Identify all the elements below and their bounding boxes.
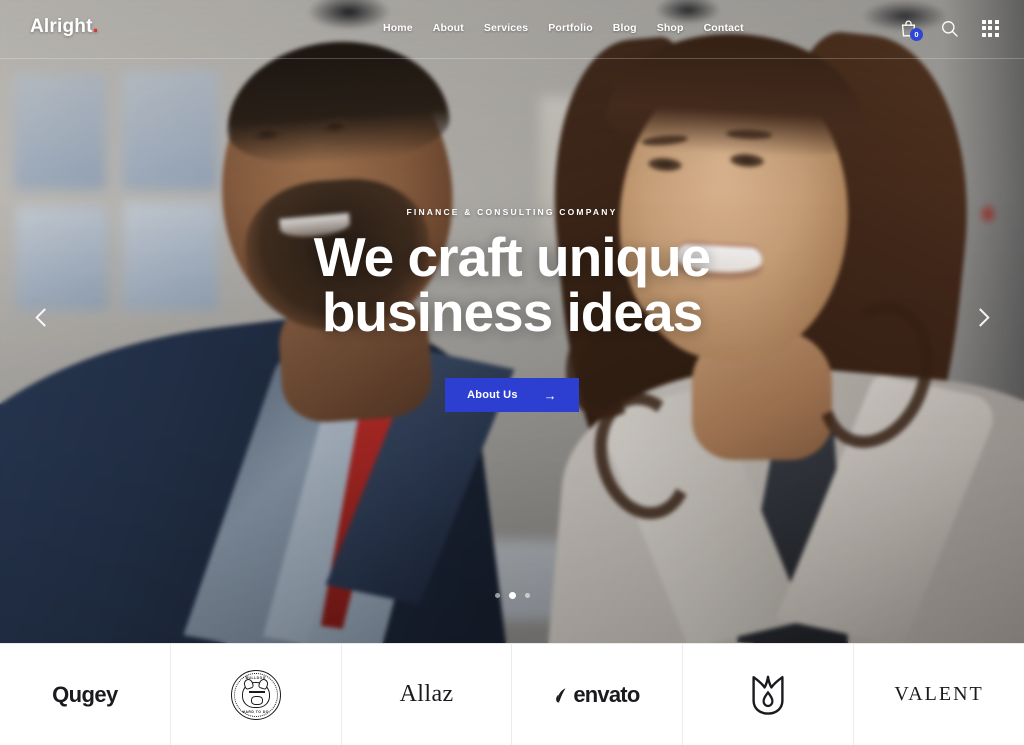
client-logo-bulldog[interactable]: BULLDOG HARD TO DO	[171, 644, 342, 745]
grid-menu-button[interactable]	[980, 17, 1000, 39]
cart-badge: 0	[910, 28, 923, 41]
slider-prev-button[interactable]	[30, 300, 58, 334]
client-logo-envato-wordmark: envato	[555, 681, 640, 708]
nav-item-shop[interactable]: Shop	[647, 22, 694, 34]
about-us-button[interactable]: About Us →	[445, 378, 579, 412]
site-logo-text: Alright	[30, 16, 93, 37]
arrow-right-icon: →	[543, 387, 557, 403]
site-header: Alright. Home About Services Portfolio B…	[0, 0, 1024, 58]
nav-item-portfolio[interactable]: Portfolio	[538, 22, 603, 34]
slider-dot-3[interactable]	[524, 593, 530, 598]
chevron-right-icon	[970, 307, 990, 327]
client-logo-bar: Qugey BULLDOG HARD TO DO Allaz envato VA…	[0, 643, 1024, 745]
search-icon	[941, 20, 958, 37]
search-button[interactable]	[939, 17, 959, 39]
page-root: FINANCE & CONSULTING COMPANY We craft un…	[0, 0, 1024, 745]
client-logo-tulip[interactable]	[683, 644, 855, 745]
hero-headline-line-1: We craft unique	[313, 226, 712, 288]
nav-item-about[interactable]: About	[423, 22, 474, 34]
client-logo-valent-text: VALENT	[894, 683, 984, 705]
client-logo-qugey[interactable]: Qugey	[0, 644, 171, 745]
hero-headline-line-2: business ideas	[321, 281, 703, 343]
hero-eyebrow: FINANCE & CONSULTING COMPANY	[406, 207, 618, 217]
bulldog-stamp-bottom-text: HARD TO DO	[242, 709, 269, 714]
slider-dot-2[interactable]	[508, 592, 516, 599]
bulldog-stamp-icon: BULLDOG HARD TO DO	[230, 669, 281, 720]
nav-item-contact[interactable]: Contact	[694, 22, 754, 34]
envato-leaf-icon	[556, 687, 566, 702]
main-navigation: Home About Services Portfolio Blog Shop …	[373, 22, 754, 34]
slider-dot-1[interactable]	[494, 593, 500, 598]
bulldog-stamp-top-text: BULLDOG	[245, 675, 266, 680]
client-logo-envato-text: envato	[573, 681, 640, 707]
header-divider	[0, 58, 1024, 59]
tulip-shield-icon	[752, 675, 784, 715]
client-logo-qugey-text: Qugey	[52, 681, 118, 707]
slider-next-button[interactable]	[966, 300, 994, 334]
nav-item-services[interactable]: Services	[474, 22, 538, 34]
hero-headline: We craft unique business ideas	[314, 230, 712, 343]
site-logo[interactable]: Alright.	[30, 15, 99, 36]
slider-pagination	[0, 592, 1024, 599]
client-logo-allaz-text: Allaz	[399, 681, 454, 707]
site-logo-dot: .	[92, 14, 99, 37]
client-logo-valent[interactable]: VALENT	[854, 644, 1024, 745]
hero-slider: FINANCE & CONSULTING COMPANY We craft un…	[0, 0, 1024, 643]
about-us-button-label: About Us	[467, 389, 518, 401]
hero-content: FINANCE & CONSULTING COMPANY We craft un…	[0, 0, 1024, 643]
grid-menu-icon	[981, 19, 999, 37]
header-actions: 0	[898, 17, 1000, 41]
client-logo-envato[interactable]: envato	[512, 644, 684, 745]
cart-button[interactable]: 0	[898, 17, 923, 41]
client-logo-allaz[interactable]: Allaz	[342, 644, 513, 745]
nav-item-home[interactable]: Home	[373, 22, 423, 34]
nav-item-blog[interactable]: Blog	[603, 22, 647, 34]
chevron-left-icon	[34, 307, 54, 327]
